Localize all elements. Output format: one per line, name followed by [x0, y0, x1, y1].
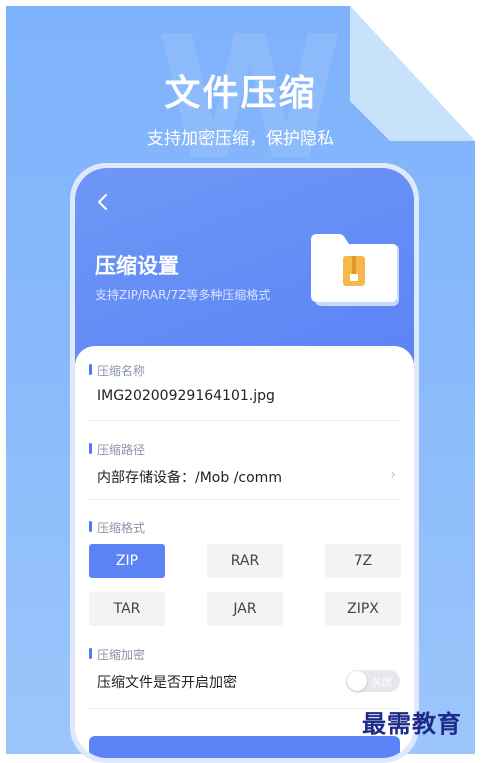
hero-subtitle: 支持加密压缩，保护隐私 [147, 129, 334, 149]
chevron-right-icon[interactable]: › [390, 467, 396, 483]
divider [89, 499, 400, 500]
start-compress-button[interactable] [89, 736, 400, 758]
format-option-zipx[interactable]: ZIPX [325, 592, 401, 626]
format-option-tar[interactable]: TAR [89, 592, 165, 626]
compress-name-field[interactable]: IMG20200929164101.jpg [97, 388, 275, 404]
format-option-7z[interactable]: 7Z [325, 544, 401, 578]
format-section-label: 压缩格式 [89, 519, 145, 536]
watermark-logo: 最需教育 [362, 709, 462, 738]
format-option-jar[interactable]: JAR [207, 592, 283, 626]
toggle-knob [347, 671, 367, 691]
divider [89, 420, 400, 421]
encrypt-question: 压缩文件是否开启加密 [97, 675, 237, 691]
back-icon[interactable] [89, 188, 117, 216]
settings-card: 压缩名称 IMG20200929164101.jpg 压缩路径 内部存储设备：/… [75, 346, 414, 758]
settings-subtitle: 支持ZIP/RAR/7Z等多种压缩格式 [95, 288, 271, 302]
zip-folder-icon [311, 234, 399, 306]
format-option-rar[interactable]: RAR [207, 544, 283, 578]
encrypt-section-label: 压缩加密 [89, 646, 145, 663]
settings-header: 压缩设置 支持ZIP/RAR/7Z等多种压缩格式 [75, 168, 414, 368]
phone-screen: 压缩设置 支持ZIP/RAR/7Z等多种压缩格式 压缩名称 IMG2020092… [75, 168, 414, 758]
hero-title: 文件压缩 [164, 73, 317, 114]
toggle-state-label: 关闭 [372, 678, 392, 689]
name-section-label: 压缩名称 [89, 362, 145, 379]
compress-path-field[interactable]: 内部存储设备：/Mob /comm [97, 467, 282, 487]
settings-title: 压缩设置 [95, 254, 179, 278]
path-section-label: 压缩路径 [89, 441, 145, 458]
divider [89, 708, 400, 709]
format-option-zip[interactable]: ZIP [89, 544, 165, 578]
encrypt-toggle[interactable]: 关闭 [346, 670, 400, 692]
